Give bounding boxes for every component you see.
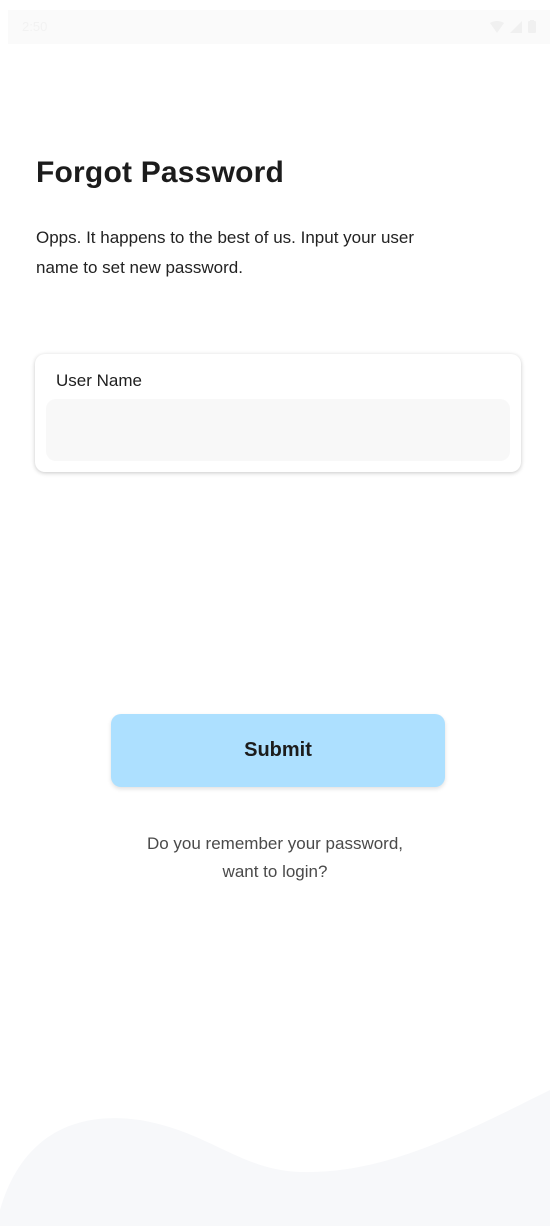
login-link[interactable]: want to login? xyxy=(75,858,475,886)
background-wave xyxy=(0,1090,550,1226)
page-title: Forgot Password xyxy=(36,156,285,189)
login-prompt: Do you remember your password, want to l… xyxy=(75,830,475,886)
username-label: User Name xyxy=(56,371,142,390)
status-bar: 2:50 xyxy=(8,10,550,44)
login-prompt-text: Do you remember your password, xyxy=(146,834,404,853)
username-card: User Name xyxy=(35,354,521,472)
wifi-icon xyxy=(490,20,504,33)
submit-button[interactable]: Submit xyxy=(111,714,445,787)
page-subtitle: Opps. It happens to the best of us. Inpu… xyxy=(36,228,415,277)
status-time: 2:50 xyxy=(22,19,48,34)
status-icons xyxy=(490,20,536,33)
username-input[interactable] xyxy=(46,399,510,461)
battery-icon xyxy=(528,20,536,33)
signal-icon xyxy=(510,20,522,33)
